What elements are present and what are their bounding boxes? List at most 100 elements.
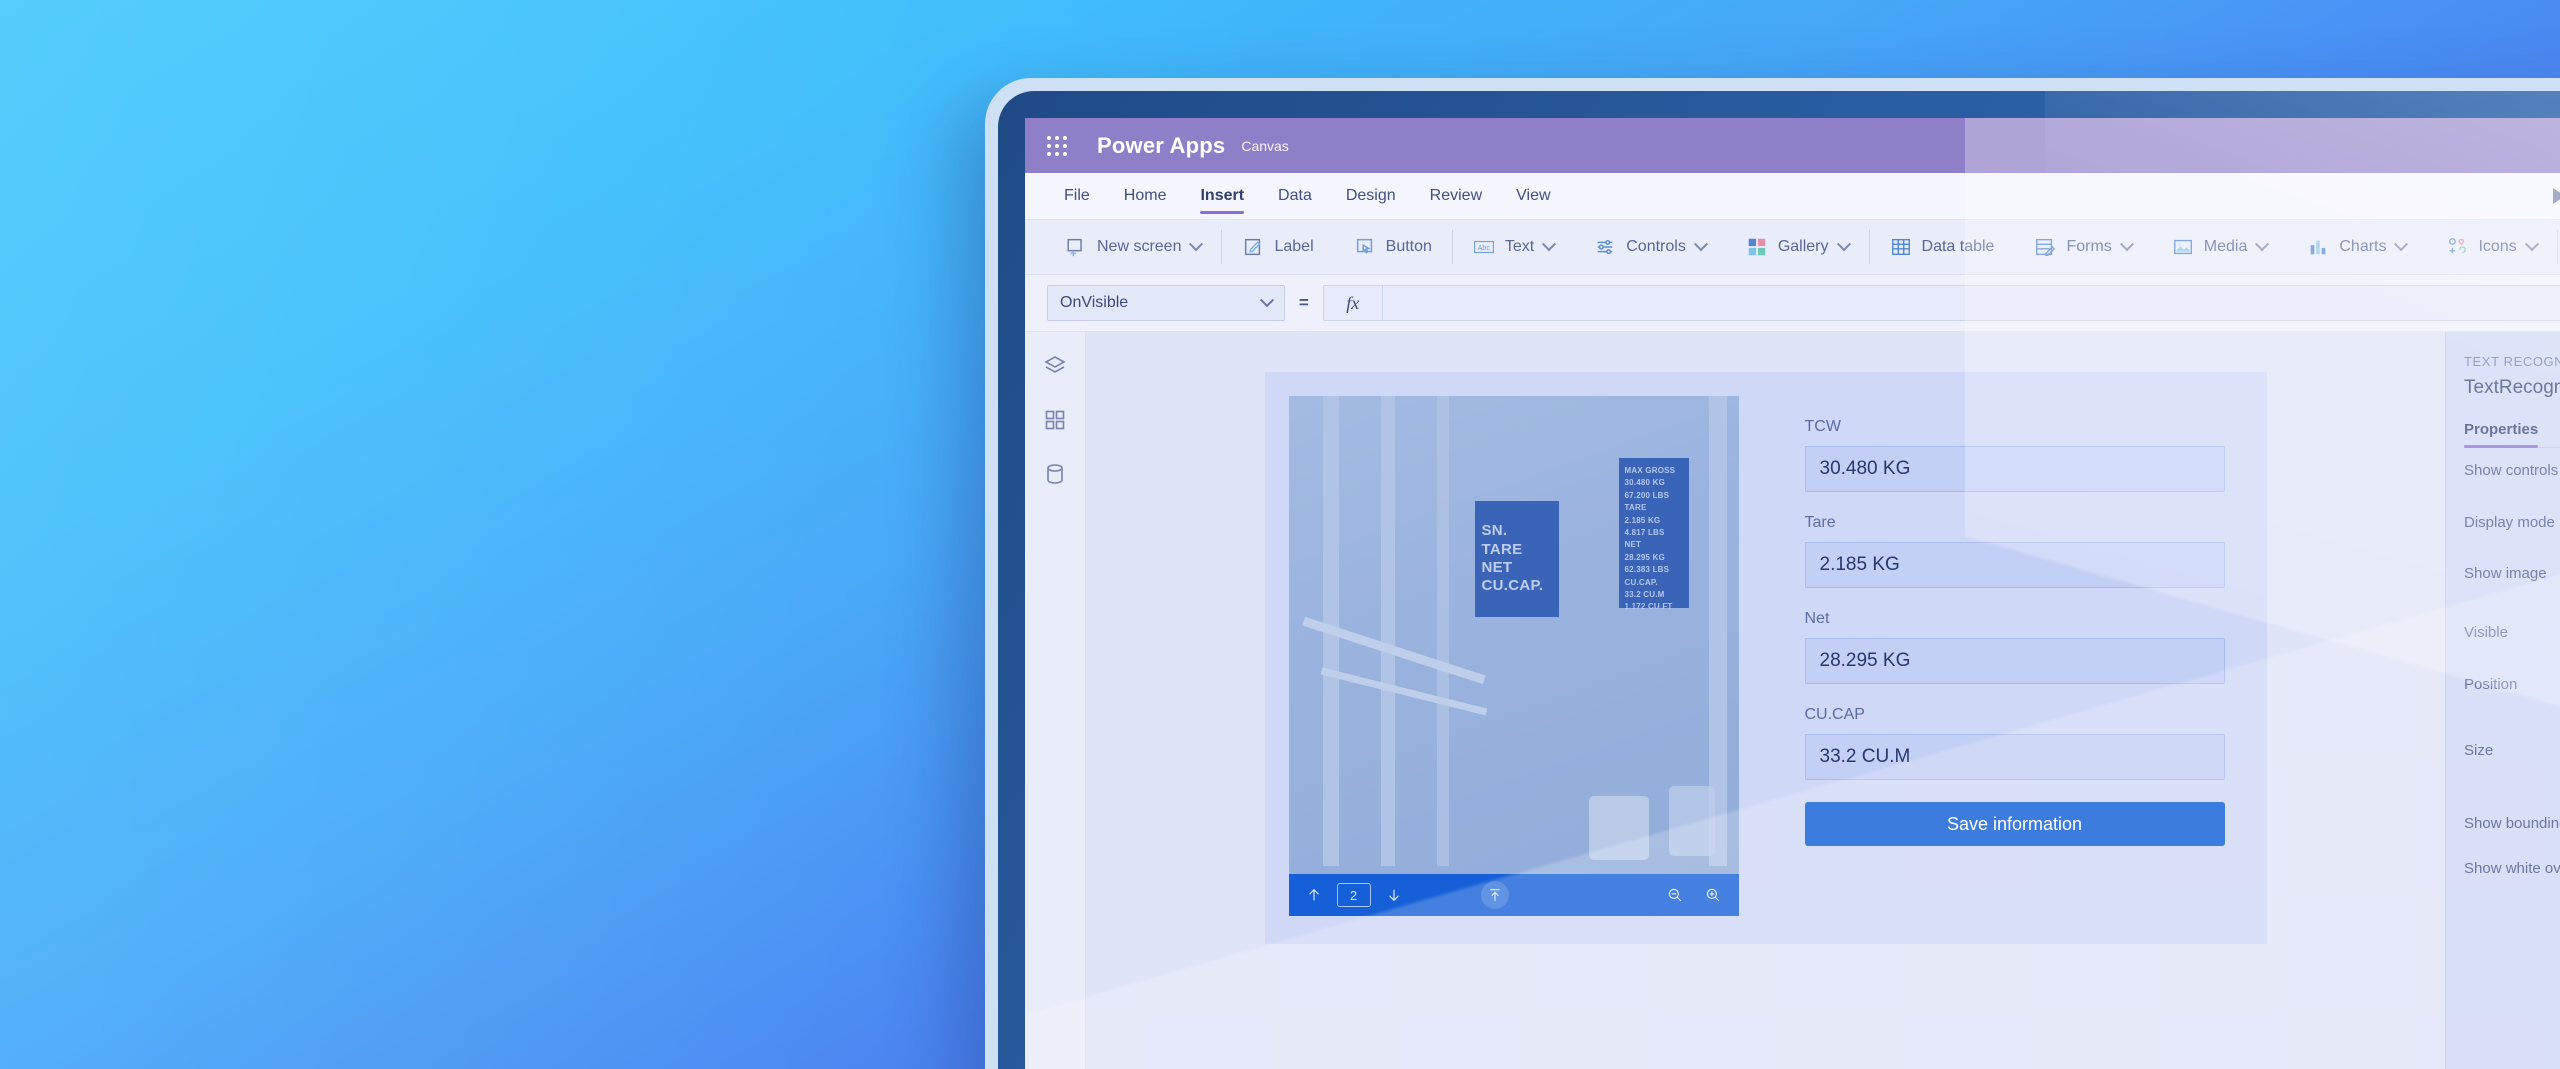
svg-text:Abc: Abc (1478, 245, 1491, 252)
insert-components-icon[interactable] (1043, 408, 1067, 432)
prop-row-visible[interactable]: Visible (2464, 610, 2560, 655)
work-area: SN. TARE NET CU.CAP. MAX GROSS 30.480 KG (1025, 332, 2560, 1069)
app-title: Power Apps (1097, 132, 1226, 158)
menu-item-view[interactable]: View (1499, 173, 1567, 219)
container-photo[interactable]: SN. TARE NET CU.CAP. MAX GROSS 30.480 KG (1288, 396, 1739, 916)
field-label-net: Net (1804, 610, 1830, 627)
ribbon-new-screen[interactable]: New screen (1045, 230, 1221, 264)
equals-sign: = (1298, 293, 1309, 312)
prop-label: Position (2464, 675, 2518, 693)
ribbon-label: Label (1274, 238, 1314, 255)
photo-zoom-controls (1666, 886, 1722, 904)
forms-icon (2036, 238, 2056, 256)
menu-item-insert[interactable]: Insert (1183, 173, 1261, 219)
prop-row-position[interactable]: Position 40 (2464, 655, 2560, 713)
save-information-button[interactable]: Save information (1804, 802, 2225, 846)
chevron-down-icon[interactable] (1542, 237, 1557, 252)
chevron-down-icon[interactable] (2394, 237, 2409, 252)
ribbon-label: Text (1504, 238, 1535, 255)
ribbon-forms[interactable]: Forms (2014, 230, 2151, 264)
data-table-icon (1891, 238, 1910, 256)
ribbon-label: Gallery (1777, 238, 1829, 255)
extracted-fields-form: TCW 30.480 KG Tare 2.185 KG Net 28.295 K… (1739, 396, 2225, 916)
formula-bar: OnVisible = fx (1025, 275, 2560, 332)
ribbon-charts[interactable]: Charts (2287, 230, 2426, 264)
prop-label: Show image (2464, 565, 2547, 582)
ribbon-data-table[interactable]: Data table (1868, 230, 2015, 264)
data-sources-icon[interactable] (1043, 462, 1067, 486)
arrow-down-icon[interactable] (1385, 886, 1403, 904)
app-subtitle: Canvas (1241, 137, 1289, 154)
laptop-device: Power Apps Canvas File Home Insert Data … (985, 78, 2560, 1069)
menu-item-review[interactable]: Review (1413, 173, 1499, 219)
tab-properties[interactable]: Properties (2464, 421, 2539, 448)
chevron-down-icon[interactable] (1189, 237, 1204, 252)
button-icon (1356, 238, 1372, 254)
chevron-down-icon[interactable] (1693, 237, 1708, 252)
photo-pager: 2 (1305, 883, 1403, 907)
ribbon-label: Data table (1921, 238, 1995, 255)
chevron-down-icon[interactable] (2255, 237, 2270, 252)
gallery-grid-icon (1748, 238, 1766, 256)
photo-tint-overlay (1288, 396, 1739, 916)
prop-row-show-bounding-boxes[interactable]: Show bounding boxes (2464, 801, 2560, 846)
prop-row-show-image[interactable]: Show image (2464, 551, 2560, 596)
ribbon-media[interactable]: Media (2152, 230, 2288, 264)
power-apps-window: Power Apps Canvas File Home Insert Data … (1025, 118, 2560, 1069)
chevron-down-icon[interactable] (1259, 293, 1274, 308)
field-input-cucap[interactable]: 33.2 CU.M (1804, 734, 2225, 780)
arrow-up-icon[interactable] (1305, 886, 1323, 904)
ribbon-label: Charts (2339, 238, 2387, 255)
field-input-net[interactable]: 28.295 KG (1804, 638, 2225, 684)
prop-row-show-white-overlay[interactable]: Show white overlay (2464, 846, 2560, 891)
formula-input-wrap[interactable]: fx (1322, 285, 2560, 321)
prop-row-show-controls[interactable]: Show controls (2464, 448, 2560, 493)
ribbon-button-ctrl[interactable]: Button (1334, 230, 1452, 264)
tree-view-icon[interactable] (1043, 354, 1067, 378)
play-icon[interactable] (2553, 188, 2560, 204)
photo-image: SN. TARE NET CU.CAP. MAX GROSS 30.480 KG (1288, 396, 1739, 916)
field-input-tcw[interactable]: 30.480 KG (1804, 446, 2225, 492)
insert-ribbon: New screen Label Button Abc Text Control… (1025, 220, 2560, 275)
field-input-tare[interactable]: 2.185 KG (1804, 542, 2225, 588)
menu-item-data[interactable]: Data (1261, 173, 1329, 219)
app-launcher-icon[interactable] (1047, 135, 1067, 156)
charts-bar-icon (2311, 240, 2326, 255)
icons-shapes-icon (2449, 238, 2467, 254)
menu-item-design[interactable]: Design (1329, 173, 1413, 219)
ribbon-text[interactable]: Abc Text (1451, 230, 1574, 264)
panel-spacer (2464, 596, 2560, 610)
properties-panel: TEXT RECOGNIZER TextRecognizer1 Properti… (2445, 332, 2560, 1069)
ribbon-controls[interactable]: Controls (1574, 230, 1726, 264)
field-label-tcw: TCW (1804, 418, 1841, 435)
chevron-down-icon[interactable] (2119, 237, 2134, 252)
prop-row-size[interactable]: Size 350 (2464, 721, 2560, 779)
ribbon-gallery[interactable]: Gallery (1726, 230, 1869, 264)
text-abc-icon: Abc (1473, 240, 1494, 254)
prop-label: Display mode (2464, 513, 2555, 531)
upload-icon[interactable] (1481, 881, 1510, 909)
chevron-down-icon[interactable] (2524, 237, 2539, 252)
app-screen-card[interactable]: SN. TARE NET CU.CAP. MAX GROSS 30.480 KG (1264, 372, 2267, 944)
prop-row-display-mode[interactable]: Display mode Edit (2464, 493, 2560, 551)
zoom-out-icon[interactable] (1666, 886, 1684, 904)
prop-label: Show bounding boxes (2464, 815, 2560, 832)
prop-sublabel-width: Width (2464, 773, 2560, 787)
prop-label: Show controls (2464, 462, 2559, 479)
page-number[interactable]: 2 (1336, 883, 1371, 907)
chevron-down-icon[interactable] (1836, 237, 1851, 252)
ribbon-label: New screen (1097, 238, 1182, 255)
panel-spacer (2464, 787, 2560, 801)
ribbon-icons[interactable]: Icons (2426, 230, 2556, 264)
zoom-in-icon[interactable] (1704, 886, 1722, 904)
prop-label: Size (2464, 741, 2494, 759)
label-icon (1245, 238, 1261, 256)
ribbon-label-ctrl[interactable]: Label (1221, 230, 1333, 264)
panel-control-name: TextRecognizer1 (2464, 377, 2560, 398)
photo-toolbar: 2 (1288, 874, 1739, 916)
field-label-tare: Tare (1804, 514, 1836, 531)
menu-item-file[interactable]: File (1047, 173, 1107, 219)
property-select[interactable]: OnVisible (1047, 285, 1285, 321)
media-image-icon (2173, 239, 2192, 255)
menu-item-home[interactable]: Home (1107, 173, 1184, 219)
